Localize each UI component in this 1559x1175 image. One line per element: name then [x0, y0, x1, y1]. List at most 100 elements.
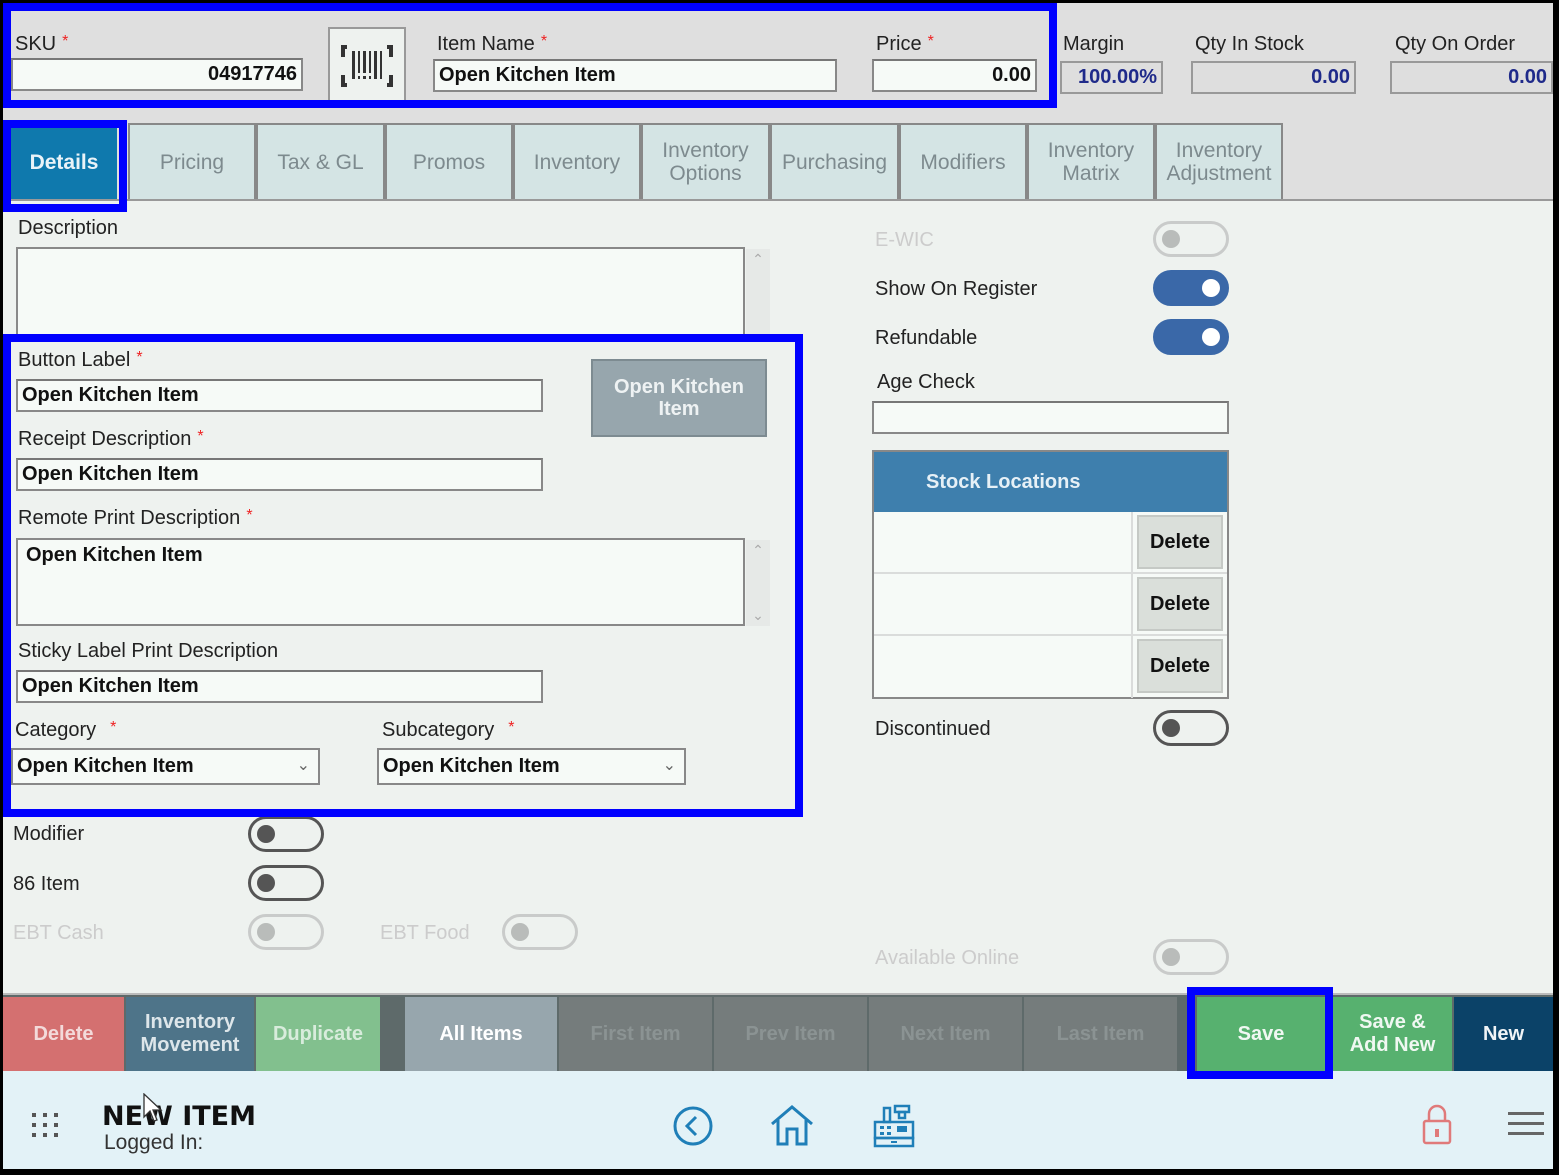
- tab-modifiers[interactable]: Modifiers: [899, 123, 1027, 199]
- delete-button[interactable]: Delete: [3, 997, 124, 1071]
- qty-on-order-value: 0.00: [1390, 61, 1553, 94]
- scroll-up-icon: ⌃: [752, 542, 764, 558]
- category-value: Open Kitchen Item: [17, 755, 194, 777]
- qty-in-stock-value: 0.00: [1191, 61, 1356, 94]
- delete-location-button[interactable]: Delete: [1137, 515, 1223, 569]
- tab-promos[interactable]: Promos: [385, 123, 513, 199]
- save-button[interactable]: Save: [1197, 997, 1325, 1071]
- mouse-cursor: [143, 1092, 163, 1128]
- table-row: Delete: [874, 512, 1227, 574]
- tab-inventory-matrix[interactable]: Inventory Matrix: [1027, 123, 1155, 199]
- chevron-down-icon: ⌄: [296, 757, 310, 774]
- age-check-input[interactable]: [872, 401, 1229, 434]
- tab-inventory-options[interactable]: Inventory Options: [641, 123, 770, 199]
- stock-locations-table: Stock Locations Delete Delete Delete: [872, 450, 1229, 699]
- delete-location-button[interactable]: Delete: [1137, 577, 1223, 631]
- last-item-button[interactable]: Last Item: [1024, 997, 1177, 1071]
- item86-toggle[interactable]: [248, 865, 324, 901]
- logged-in-label: Logged In:: [104, 1131, 204, 1154]
- barcode-scan-button[interactable]: [328, 27, 406, 104]
- item-name-label: Item Name *: [437, 33, 548, 55]
- lock-icon[interactable]: [1420, 1101, 1454, 1147]
- show-on-register-label: Show On Register: [875, 278, 1038, 300]
- age-check-label: Age Check: [877, 371, 975, 393]
- ewic-toggle[interactable]: [1153, 221, 1229, 257]
- stock-locations-header: Stock Locations: [874, 452, 1227, 512]
- duplicate-button[interactable]: Duplicate: [256, 997, 380, 1071]
- discontinued-label: Discontinued: [875, 718, 991, 740]
- margin-value: 100.00%: [1060, 61, 1163, 94]
- inventory-movement-button[interactable]: Inventory Movement: [126, 997, 254, 1071]
- table-row: Delete: [874, 574, 1227, 636]
- page-title: NEW ITEM: [102, 1101, 256, 1132]
- qty-on-order-label: Qty On Order: [1395, 33, 1516, 55]
- delete-location-button[interactable]: Delete: [1137, 639, 1223, 693]
- new-button[interactable]: New: [1454, 997, 1553, 1071]
- button-label-input[interactable]: Open Kitchen Item: [16, 379, 543, 412]
- back-circle-icon[interactable]: [671, 1104, 715, 1148]
- ewic-label: E-WIC: [875, 229, 934, 251]
- description-scrollbar[interactable]: ⌃: [746, 249, 770, 335]
- remote-print-scrollbar[interactable]: ⌃ ⌄: [746, 540, 770, 626]
- category-select[interactable]: Open Kitchen Item ⌄: [11, 748, 320, 785]
- item-name-input[interactable]: Open Kitchen Item: [433, 59, 837, 92]
- modifier-toggle[interactable]: [248, 816, 324, 852]
- prev-item-button[interactable]: Prev Item: [714, 997, 867, 1071]
- receipt-description-input[interactable]: Open Kitchen Item: [16, 458, 543, 491]
- sku-label: SKU *: [15, 33, 69, 55]
- footer-bar: NEW ITEM Logged In:: [3, 1071, 1553, 1169]
- discontinued-toggle[interactable]: [1153, 710, 1229, 746]
- next-item-button[interactable]: Next Item: [869, 997, 1022, 1071]
- tab-inventory[interactable]: Inventory: [513, 123, 641, 199]
- refundable-toggle[interactable]: [1153, 319, 1229, 355]
- subcategory-value: Open Kitchen Item: [383, 755, 560, 777]
- item86-label: 86 Item: [13, 873, 80, 895]
- price-label: Price *: [876, 33, 934, 55]
- margin-label: Margin: [1063, 33, 1125, 55]
- description-label: Description: [18, 217, 119, 239]
- refundable-label: Refundable: [875, 327, 978, 349]
- tab-details[interactable]: Details: [11, 123, 117, 199]
- item-editor-window: SKU * 04917746 Item Name * Open Kitchen It…: [3, 3, 1553, 1169]
- receipt-description-label: Receipt Description *: [18, 428, 204, 450]
- tab-inventory-adjustment[interactable]: Inventory Adjustment: [1155, 123, 1283, 199]
- sku-input[interactable]: 04917746: [11, 58, 303, 91]
- modifier-label: Modifier: [13, 823, 85, 845]
- show-on-register-toggle[interactable]: [1153, 270, 1229, 306]
- remote-print-description-label: Remote Print Description *: [18, 507, 253, 529]
- subcategory-label: Subcategory *: [382, 719, 515, 741]
- tab-bar: Details Pricing Tax & GL Promos Inventor…: [3, 123, 1553, 201]
- home-icon[interactable]: [769, 1103, 815, 1149]
- scroll-up-icon: ⌃: [752, 251, 764, 267]
- action-bar: Delete Inventory Movement Duplicate All …: [3, 993, 1553, 1071]
- ebt-cash-toggle[interactable]: [248, 914, 324, 950]
- save-add-new-button[interactable]: Save & Add New: [1333, 997, 1452, 1071]
- subcategory-select[interactable]: Open Kitchen Item ⌄: [377, 748, 686, 785]
- category-label: Category *: [15, 719, 117, 741]
- tab-pricing[interactable]: Pricing: [128, 123, 256, 199]
- sticky-label-input[interactable]: Open Kitchen Item: [16, 670, 543, 703]
- item-header: SKU * 04917746 Item Name * Open Kitchen It…: [3, 3, 1553, 123]
- cash-register-icon[interactable]: [873, 1103, 915, 1149]
- button-label-label: Button Label *: [18, 349, 143, 371]
- ebt-food-toggle[interactable]: [502, 914, 578, 950]
- all-items-button[interactable]: All Items: [405, 997, 557, 1071]
- hamburger-menu-icon[interactable]: [1507, 1107, 1545, 1141]
- remote-print-description-textarea[interactable]: Open Kitchen Item: [16, 538, 745, 626]
- ebt-cash-label: EBT Cash: [13, 922, 104, 944]
- scroll-down-icon: ⌄: [752, 607, 764, 623]
- tab-tax-gl[interactable]: Tax & GL: [256, 123, 385, 199]
- price-input[interactable]: 0.00: [872, 59, 1037, 92]
- table-row: Delete: [874, 636, 1227, 698]
- available-online-toggle[interactable]: [1153, 939, 1229, 975]
- barcode-scan-icon: [341, 44, 393, 87]
- apps-grid-icon[interactable]: [27, 1107, 63, 1143]
- ebt-food-label: EBT Food: [380, 922, 470, 944]
- first-item-button[interactable]: First Item: [559, 997, 712, 1071]
- description-textarea[interactable]: [16, 247, 745, 337]
- tab-purchasing[interactable]: Purchasing: [770, 123, 899, 199]
- button-preview: Open Kitchen Item: [591, 359, 767, 437]
- sticky-label-label: Sticky Label Print Description: [18, 640, 279, 662]
- qty-in-stock-label: Qty In Stock: [1195, 33, 1304, 55]
- chevron-down-icon: ⌄: [662, 757, 676, 774]
